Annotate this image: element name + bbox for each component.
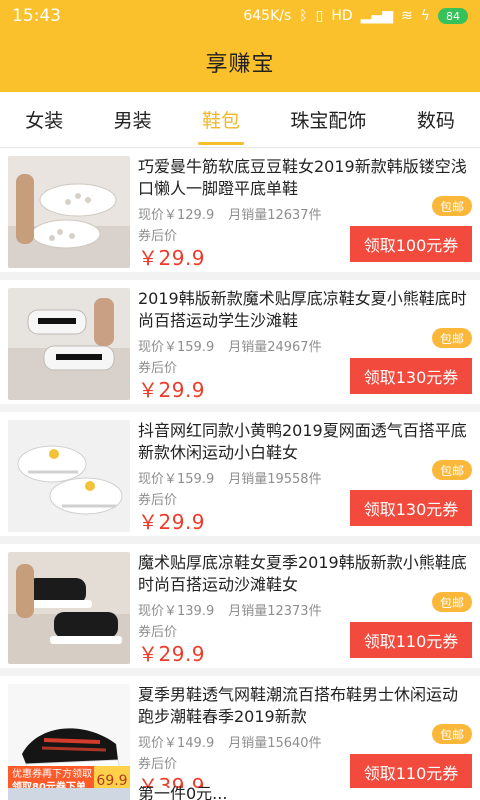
free-shipping-badge: 包邮 — [431, 592, 472, 612]
current-price: 现价￥159.9 — [138, 472, 215, 487]
after-coupon-price: ￥29.9 — [138, 510, 206, 534]
current-price: 现价￥159.9 — [138, 340, 215, 355]
product-meta: 现价￥159.9 月销量24967件 — [138, 336, 322, 355]
claim-coupon-button[interactable]: 领取130元券 — [350, 358, 472, 394]
product-title[interactable]: 巧爱曼牛筋软底豆豆鞋女2019新款韩版镂空浅口懒人一脚蹬平底单鞋 — [138, 156, 472, 200]
after-coupon-price: ￥29.9 — [138, 246, 206, 270]
battery-level: 84 — [446, 9, 460, 23]
status-time: 15:43 — [12, 6, 61, 26]
product-title-peek[interactable]: 第一件0元... — [138, 786, 472, 800]
white-flats-image — [8, 156, 130, 268]
vibrate-icon: ▯ — [315, 8, 324, 24]
status-icons: 645K/s ᛒ ▯ HD ▂▄▆ ≋ ϟ 84 — [243, 8, 468, 24]
tab-digital[interactable]: 数码 — [392, 106, 480, 147]
product-image[interactable] — [8, 552, 130, 664]
next-product-peek[interactable]: 第一件0元... — [0, 786, 480, 800]
monthly-sales: 月销量19558件 — [228, 472, 322, 487]
tab-jewelry-accessories[interactable]: 珠宝配饰 — [265, 106, 391, 147]
product-meta: 现价￥129.9 月销量12637件 — [138, 204, 322, 223]
product-title[interactable]: 抖音网红同款小黄鸭2019夏网面透气百搭平底新款休闲运动小白鞋女 — [138, 420, 472, 464]
free-shipping-badge: 包邮 — [431, 724, 472, 744]
product-meta: 现价￥139.9 月销量12373件 — [138, 600, 322, 619]
promo-line1: 优惠券再下方领取 — [12, 769, 92, 780]
tab-women-clothing[interactable]: 女装 — [0, 106, 88, 147]
monthly-sales: 月销量12373件 — [228, 604, 322, 619]
product-list[interactable]: 巧爱曼牛筋软底豆豆鞋女2019新款韩版镂空浅口懒人一脚蹬平底单鞋 现价￥129.… — [0, 148, 480, 800]
category-tabs: 女装 男装 鞋包 珠宝配饰 数码 — [0, 92, 480, 148]
black-sandals-image — [8, 552, 130, 664]
product-card[interactable]: 优惠券再下方领取 领取80元券下单 69.9 夏季男鞋透气网鞋潮流百搭布鞋男士休… — [0, 676, 480, 800]
white-sneakers-image — [8, 420, 130, 532]
monthly-sales: 月销量24967件 — [228, 340, 322, 355]
app-header: 享赚宝 — [0, 32, 480, 92]
product-image[interactable] — [8, 420, 130, 532]
product-title[interactable]: 魔术贴厚底凉鞋女夏季2019韩版新款小熊鞋底时尚百搭运动沙滩鞋女 — [138, 552, 472, 596]
tab-men-clothing[interactable]: 男装 — [88, 106, 176, 147]
product-title[interactable]: 夏季男鞋透气网鞋潮流百搭布鞋男士休闲运动跑步潮鞋春季2019新款 — [138, 684, 472, 728]
bluetooth-icon: ᛒ — [299, 8, 308, 24]
claim-coupon-button[interactable]: 领取100元券 — [350, 226, 472, 262]
claim-coupon-button[interactable]: 领取130元券 — [350, 490, 472, 526]
monthly-sales: 月销量15640件 — [228, 736, 322, 751]
battery-icon: 84 — [438, 8, 468, 24]
after-coupon-price: ￥29.9 — [138, 642, 206, 666]
product-meta: 现价￥159.9 月销量19558件 — [138, 468, 322, 487]
signal-icon: ▂▄▆ — [360, 8, 394, 24]
product-image[interactable] — [8, 788, 130, 800]
current-price: 现价￥139.9 — [138, 604, 215, 619]
after-coupon-price: ￥29.9 — [138, 378, 206, 402]
product-card[interactable]: 2019韩版新款魔术贴厚底凉鞋女夏小熊鞋底时尚百搭运动学生沙滩鞋 现价￥159.… — [0, 280, 480, 404]
product-image[interactable] — [8, 156, 130, 268]
bolt-icon: ϟ — [420, 8, 430, 24]
product-card[interactable]: 魔术贴厚底凉鞋女夏季2019韩版新款小熊鞋底时尚百搭运动沙滩鞋女 现价￥139.… — [0, 544, 480, 668]
claim-coupon-button[interactable]: 领取110元券 — [350, 622, 472, 658]
claim-coupon-button[interactable]: 领取110元券 — [350, 754, 472, 790]
wifi-icon: ≋ — [401, 8, 413, 24]
product-image[interactable] — [8, 288, 130, 400]
current-price: 现价￥149.9 — [138, 736, 215, 751]
tab-shoes-bags[interactable]: 鞋包 — [177, 106, 265, 147]
product-meta: 现价￥149.9 月销量15640件 — [138, 732, 322, 751]
white-sandals-image — [8, 288, 130, 400]
product-image[interactable]: 优惠券再下方领取 领取80元券下单 69.9 — [8, 684, 130, 796]
page-title: 享赚宝 — [205, 52, 275, 77]
status-bar: 15:43 645K/s ᛒ ▯ HD ▂▄▆ ≋ ϟ 84 — [0, 0, 480, 32]
product-title[interactable]: 2019韩版新款魔术贴厚底凉鞋女夏小熊鞋底时尚百搭运动学生沙滩鞋 — [138, 288, 472, 332]
free-shipping-badge: 包邮 — [431, 196, 472, 216]
free-shipping-badge: 包邮 — [431, 328, 472, 348]
hd-icon: HD — [331, 8, 353, 24]
product-card[interactable]: 抖音网红同款小黄鸭2019夏网面透气百搭平底新款休闲运动小白鞋女 现价￥159.… — [0, 412, 480, 536]
network-speed: 645K/s — [243, 8, 292, 24]
product-card[interactable]: 巧爱曼牛筋软底豆豆鞋女2019新款韩版镂空浅口懒人一脚蹬平底单鞋 现价￥129.… — [0, 148, 480, 272]
current-price: 现价￥129.9 — [138, 208, 215, 223]
free-shipping-badge: 包邮 — [431, 460, 472, 480]
monthly-sales: 月销量12637件 — [228, 208, 322, 223]
